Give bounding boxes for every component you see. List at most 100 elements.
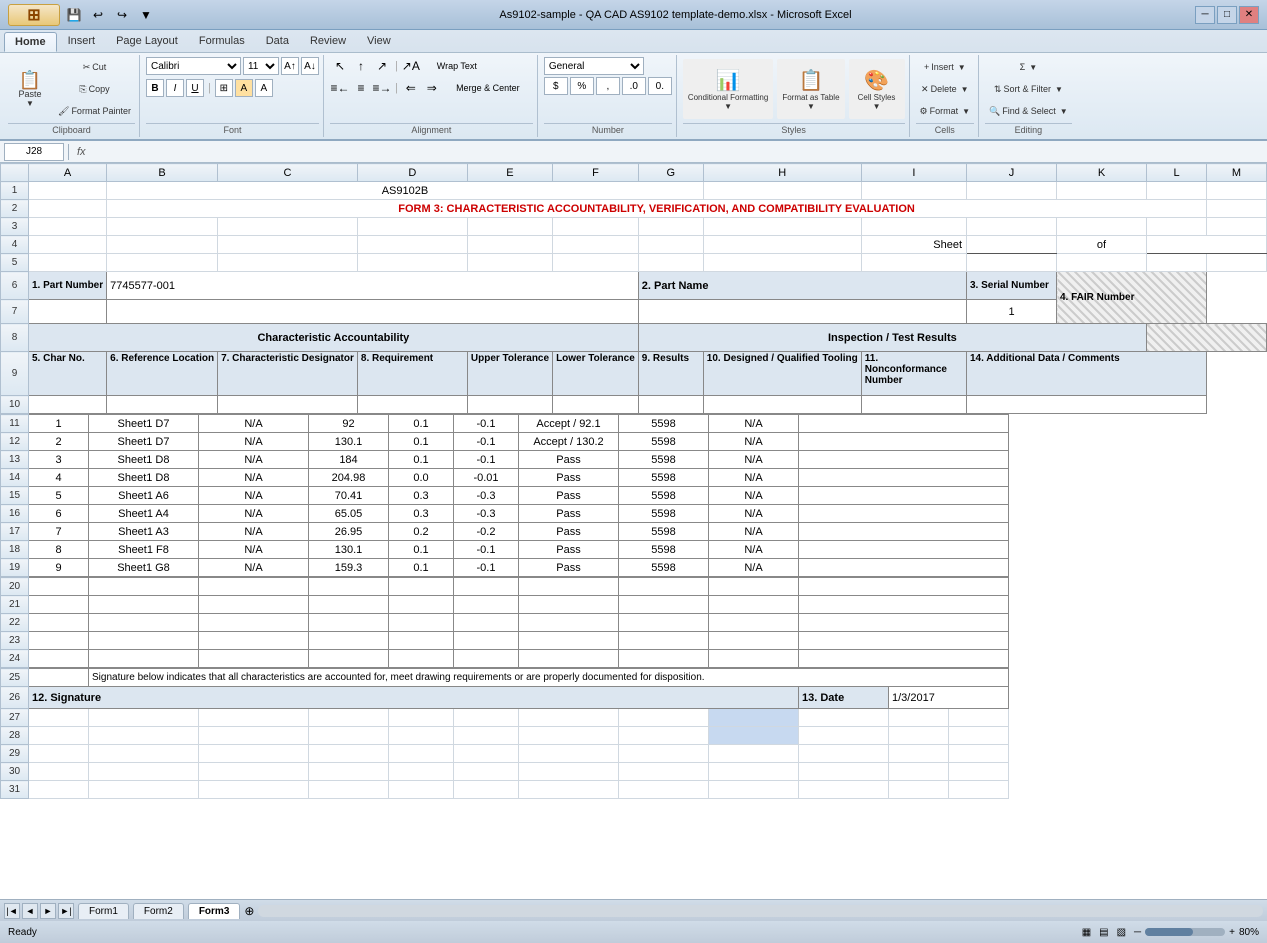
cell-c5[interactable] xyxy=(218,254,358,272)
tab-formulas[interactable]: Formulas xyxy=(189,32,255,52)
increase-indent-button[interactable]: ⇒ xyxy=(422,79,442,97)
font-name-select[interactable]: Calibri xyxy=(146,57,241,75)
cell-17-req[interactable]: 26.95 xyxy=(309,523,389,541)
cell-a1[interactable] xyxy=(29,182,107,200)
cell-d3[interactable] xyxy=(357,218,467,236)
fill-color-button[interactable]: A xyxy=(235,79,253,97)
cell-a3[interactable] xyxy=(29,218,107,236)
cell-b4[interactable] xyxy=(107,236,218,254)
close-button[interactable]: ✕ xyxy=(1239,6,1259,24)
cell-10-c[interactable] xyxy=(218,396,358,414)
border-button[interactable]: ⊞ xyxy=(215,79,233,97)
cell-10-b[interactable] xyxy=(107,396,218,414)
cell-18-nc[interactable]: N/A xyxy=(709,541,799,559)
cell-13-req[interactable]: 184 xyxy=(309,451,389,469)
cell-18-desig[interactable]: N/A xyxy=(199,541,309,559)
minimize-button[interactable]: ─ xyxy=(1195,6,1215,24)
cell-11-upper[interactable]: 0.1 xyxy=(389,415,454,433)
cell-h4[interactable] xyxy=(703,236,861,254)
cell-g5[interactable] xyxy=(638,254,703,272)
cell-13-nc[interactable]: N/A xyxy=(709,451,799,469)
cell-f4[interactable] xyxy=(553,236,639,254)
cell-h1[interactable] xyxy=(703,182,861,200)
cell-15-comments[interactable] xyxy=(799,487,1009,505)
tab-page-layout[interactable]: Page Layout xyxy=(106,32,188,52)
cell-17-comments[interactable] xyxy=(799,523,1009,541)
cell-19-num[interactable]: 9 xyxy=(29,559,89,577)
cell-styles-button[interactable]: 🎨 Cell Styles ▼ xyxy=(849,59,905,119)
cell-c3[interactable] xyxy=(218,218,358,236)
cell-17-lower[interactable]: -0.2 xyxy=(454,523,519,541)
cell-a5[interactable] xyxy=(29,254,107,272)
cell-b5[interactable] xyxy=(107,254,218,272)
cell-18-req[interactable]: 130.1 xyxy=(309,541,389,559)
cell-16-req[interactable]: 65.05 xyxy=(309,505,389,523)
cell-date-value[interactable]: 1/3/2017 xyxy=(889,687,1009,709)
tab-insert[interactable]: Insert xyxy=(58,32,106,52)
angle-text-button[interactable]: ↗A xyxy=(401,57,421,75)
italic-button[interactable]: I xyxy=(166,79,184,97)
cell-15-tooling[interactable]: 5598 xyxy=(619,487,709,505)
cell-12-req[interactable]: 130.1 xyxy=(309,433,389,451)
increase-decimal-button[interactable]: .0 xyxy=(622,77,646,95)
cell-m1[interactable] xyxy=(1207,182,1267,200)
percent-button[interactable]: % xyxy=(570,77,594,95)
cell-14-req[interactable]: 204.98 xyxy=(309,469,389,487)
cell-18-tooling[interactable]: 5598 xyxy=(619,541,709,559)
cell-19-lower[interactable]: -0.1 xyxy=(454,559,519,577)
cell-l1[interactable] xyxy=(1147,182,1207,200)
cell-part-number-value[interactable]: 7745577-001 xyxy=(107,272,639,300)
grid-wrapper[interactable]: A B C D E F G H I J K L M 1 xyxy=(0,163,1267,899)
align-right-button[interactable]: ≡→ xyxy=(372,79,392,97)
cell-e3[interactable] xyxy=(467,218,552,236)
cell-13-tooling[interactable]: 5598 xyxy=(619,451,709,469)
view-pagebreak[interactable]: ▧ xyxy=(1117,927,1126,938)
cell-serial-num-value[interactable]: 1 xyxy=(967,300,1057,324)
cell-m3[interactable] xyxy=(1207,218,1267,236)
zoom-control[interactable]: ─ + 80% xyxy=(1134,927,1259,938)
cell-15-num[interactable]: 5 xyxy=(29,487,89,505)
cell-16-upper[interactable]: 0.3 xyxy=(389,505,454,523)
cell-14-upper[interactable]: 0.0 xyxy=(389,469,454,487)
cell-17-nc[interactable]: N/A xyxy=(709,523,799,541)
cell-13-lower[interactable]: -0.1 xyxy=(454,451,519,469)
conditional-formatting-button[interactable]: 📊 Conditional Formatting ▼ xyxy=(683,59,773,119)
cell-15-ref[interactable]: Sheet1 A6 xyxy=(89,487,199,505)
cell-14-nc[interactable]: N/A xyxy=(709,469,799,487)
cell-12-tooling[interactable]: 5598 xyxy=(619,433,709,451)
cell-e4[interactable] xyxy=(467,236,552,254)
cell-16-num[interactable]: 6 xyxy=(29,505,89,523)
currency-button[interactable]: $ xyxy=(544,77,568,95)
cell-l4[interactable] xyxy=(1147,236,1267,254)
cell-14-tooling[interactable]: 5598 xyxy=(619,469,709,487)
align-top-left-button[interactable]: ↖ xyxy=(330,57,350,75)
increase-font-button[interactable]: A↑ xyxy=(281,57,299,75)
cell-15-result[interactable]: Pass xyxy=(519,487,619,505)
find-select-button[interactable]: 🔍Find & Select▼ xyxy=(985,101,1072,121)
cell-a7[interactable] xyxy=(29,300,107,324)
format-as-table-button[interactable]: 📋 Format as Table ▼ xyxy=(777,59,844,119)
cell-j5[interactable] xyxy=(967,254,1057,272)
delete-button[interactable]: ✕Delete▼ xyxy=(916,79,975,99)
align-top-right-button[interactable]: ↗ xyxy=(372,57,392,75)
cell-b1[interactable]: AS9102B xyxy=(107,182,704,200)
restore-button[interactable]: □ xyxy=(1217,6,1237,24)
cell-16-result[interactable]: Pass xyxy=(519,505,619,523)
cell-12-desig[interactable]: N/A xyxy=(199,433,309,451)
align-center-button[interactable]: ≡ xyxy=(351,79,371,97)
cell-15-lower[interactable]: -0.3 xyxy=(454,487,519,505)
quick-save[interactable]: 💾 xyxy=(64,5,84,25)
cell-11-num[interactable]: 1 xyxy=(29,415,89,433)
cell-10-g[interactable] xyxy=(638,396,703,414)
cell-10-e[interactable] xyxy=(467,396,552,414)
decrease-decimal-button[interactable]: 0. xyxy=(648,77,672,95)
cell-j1[interactable] xyxy=(967,182,1057,200)
cell-13-ref[interactable]: Sheet1 D8 xyxy=(89,451,199,469)
number-format-select[interactable]: General xyxy=(544,57,644,75)
cell-13-num[interactable]: 3 xyxy=(29,451,89,469)
cell-f5[interactable] xyxy=(553,254,639,272)
view-normal[interactable]: ▦ xyxy=(1082,927,1091,938)
cell-h7[interactable] xyxy=(638,300,966,324)
cell-13-comments[interactable] xyxy=(799,451,1009,469)
cell-j4[interactable] xyxy=(967,236,1057,254)
